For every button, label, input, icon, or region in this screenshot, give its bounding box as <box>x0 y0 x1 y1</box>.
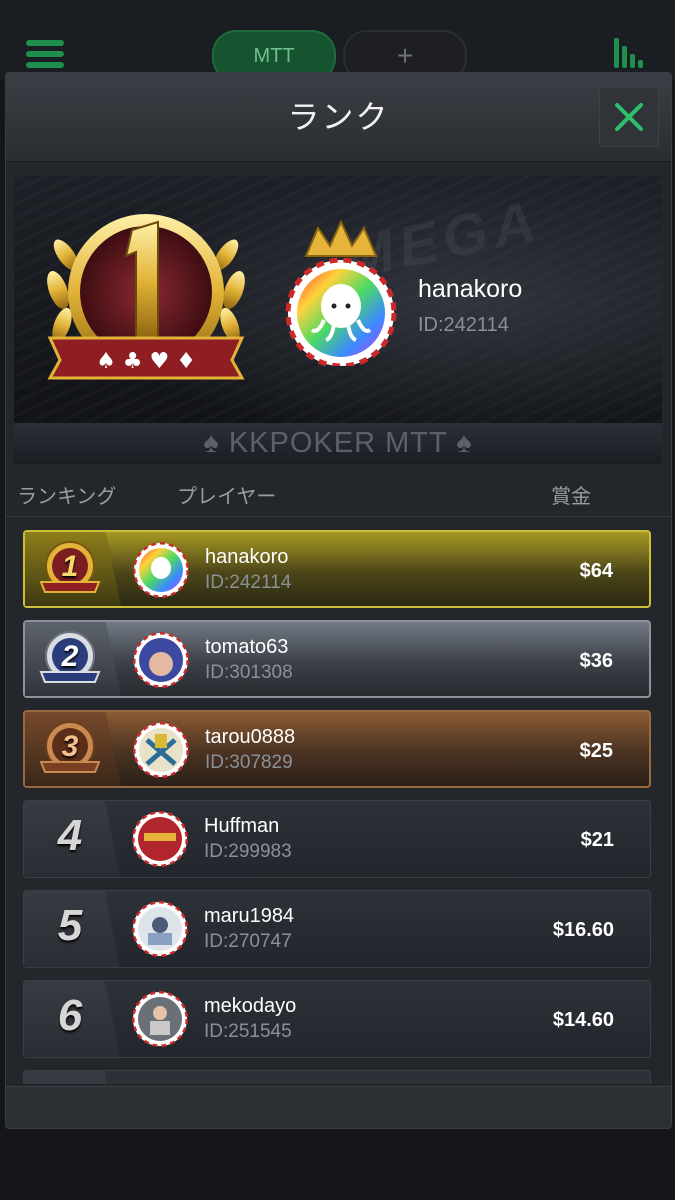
modal-footer <box>6 1086 671 1128</box>
ranking-row[interactable]: 1 hanakoro ID:242114 $64 <box>23 530 651 608</box>
player-id: ID:301308 <box>205 662 293 683</box>
column-player: プレイヤー <box>177 486 277 508</box>
player-id: ID:307829 <box>205 752 293 773</box>
column-prize: 賞金 <box>551 486 591 508</box>
player-id: ID:299983 <box>204 841 292 862</box>
player-avatar <box>133 632 189 688</box>
trophy-icon: ♠ ♣ ♥ ♦ <box>47 214 245 380</box>
close-x-icon <box>615 103 643 131</box>
hamburger-menu-icon[interactable] <box>26 40 64 68</box>
player-id: ID:251545 <box>204 1021 292 1042</box>
rank-number: 1 <box>61 550 79 583</box>
player-prize: $64 <box>579 560 613 582</box>
player-id: ID:242114 <box>205 572 292 593</box>
column-rank: ランキング <box>17 486 117 508</box>
player-name: mekodayo <box>204 995 297 1017</box>
player-avatar <box>132 901 188 957</box>
player-name: tarou0888 <box>205 726 296 748</box>
modal-title: ランク <box>287 99 390 135</box>
ranking-row[interactable]: 4 Huffman ID:299983 $21 <box>23 800 651 878</box>
rank-modal: ランク MEGA ♠ ♣ ♥ ♦ hanakoro ID:242114 ♠ KK… <box>5 72 672 1129</box>
player-id: ID:270747 <box>204 931 292 952</box>
rank-number: 4 <box>57 811 83 860</box>
rank-number: 2 <box>61 640 79 673</box>
ranking-row[interactable]: 6 mekodayo ID:251545 $14.60 <box>23 980 651 1058</box>
player-name: hanakoro <box>205 546 289 568</box>
player-name: tomato63 <box>205 636 289 658</box>
close-button[interactable] <box>599 87 659 147</box>
player-avatar <box>133 542 189 598</box>
bar-stats-icon[interactable] <box>612 36 648 68</box>
rank-number: 6 <box>57 991 83 1040</box>
winner-banner: MEGA ♠ ♣ ♥ ♦ hanakoro ID:242114 ♠ KKPOKE… <box>14 176 662 464</box>
player-prize: $14.60 <box>552 1009 614 1031</box>
modal-header: ランク <box>6 73 671 162</box>
player-prize: $21 <box>580 829 614 851</box>
ranking-list[interactable]: 1 hanakoro ID:242114 $64 2 tomato63 ID:3… <box>6 528 671 1084</box>
winner-name: hanakoro <box>418 275 523 303</box>
player-avatar <box>132 811 188 867</box>
crown-icon <box>304 219 378 257</box>
player-prize: $36 <box>579 650 613 672</box>
player-avatar <box>132 991 188 1047</box>
winner-avatar <box>285 219 397 366</box>
banner-strip-text: ♠ KKPOKER MTT ♠ <box>203 427 473 459</box>
ranking-row-partial[interactable] <box>23 1070 651 1084</box>
svg-text:♠ ♣ ♥ ♦: ♠ ♣ ♥ ♦ <box>96 349 196 374</box>
player-prize: $16.60 <box>552 919 614 941</box>
ranking-row[interactable]: 3 tarou0888 ID:307829 $25 <box>23 710 651 788</box>
top-bar: MTT + <box>0 0 675 82</box>
column-header: ランキング プレイヤー 賞金 <box>6 468 671 517</box>
rank-number: 3 <box>61 730 79 763</box>
player-avatar <box>133 722 189 778</box>
ranking-row[interactable]: 2 tomato63 ID:301308 $36 <box>23 620 651 698</box>
player-name: maru1984 <box>204 905 295 927</box>
ranking-row[interactable]: 5 maru1984 ID:270747 $16.60 <box>23 890 651 968</box>
winner-id: ID:242114 <box>418 314 509 336</box>
player-name: Huffman <box>204 815 280 837</box>
banner-strip: ♠ KKPOKER MTT ♠ <box>14 423 662 464</box>
rank-number: 5 <box>57 901 83 950</box>
player-prize: $25 <box>579 740 613 762</box>
